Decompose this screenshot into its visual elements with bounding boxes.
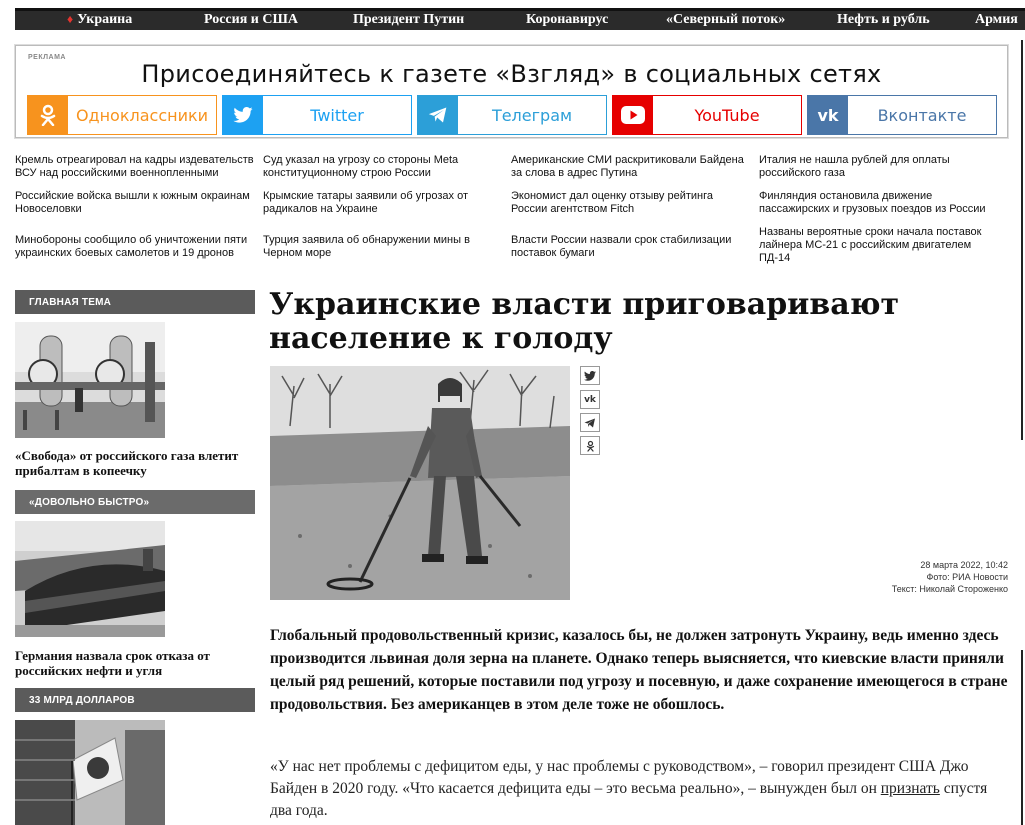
- article-meta: 28 марта 2022, 10:42 Фото: РИА Новости Т…: [892, 559, 1008, 595]
- twitter-icon: [223, 96, 263, 134]
- twitter-icon[interactable]: [580, 366, 600, 385]
- page-edge-line: [1021, 650, 1023, 825]
- article-inline-link[interactable]: признать: [881, 780, 940, 797]
- nav-item-nord-stream[interactable]: «Северный поток»: [666, 12, 785, 28]
- coal-train-thumbnail[interactable]: [15, 521, 165, 637]
- sidebar-section-header[interactable]: «ДОВОЛЬНО БЫСТРО»: [15, 490, 255, 514]
- odnoklassniki-button[interactable]: Одноклассники: [27, 95, 217, 135]
- ok-icon: [28, 96, 68, 134]
- news-link[interactable]: Турция заявила об обнаружении мины в Чер…: [263, 234, 503, 260]
- twitter-button[interactable]: Twitter: [222, 95, 412, 135]
- telegram-button[interactable]: Телеграм: [417, 95, 607, 135]
- gas-pipeline-thumbnail[interactable]: [15, 322, 165, 438]
- telegram-icon: [418, 96, 458, 134]
- telegram-icon[interactable]: [580, 413, 600, 432]
- ok-icon[interactable]: [580, 436, 600, 455]
- nav-label: Украина: [77, 12, 133, 27]
- social-ad-banner: РЕКЛАМА Присоединяйтесь к газете «Взгляд…: [15, 45, 1008, 138]
- page-edge-line: [1021, 40, 1023, 440]
- news-link[interactable]: Италия не нашла рублей для оплаты россий…: [759, 154, 999, 180]
- youtube-label: YouTube: [694, 105, 760, 125]
- nav-item-president[interactable]: Президент Путин: [353, 12, 464, 28]
- ad-title: Присоединяйтесь к газете «Взгляд» в соци…: [141, 60, 882, 88]
- odnoklassniki-label: Одноклассники: [75, 105, 209, 125]
- nav-item-ukraine[interactable]: ♦ Украина: [67, 12, 132, 28]
- japan-flag-thumbnail[interactable]: [15, 720, 165, 825]
- paragraph-text: «У нас нет проблемы с дефицитом еды, у н…: [270, 758, 969, 797]
- news-link[interactable]: Финляндия остановила движение пассажирск…: [759, 190, 999, 216]
- sidebar-caption-link[interactable]: Германия назвала срок отказа от российск…: [15, 648, 255, 678]
- news-link[interactable]: Российские войска вышли к южным окраинам…: [15, 190, 255, 216]
- vkontakte-label: Вконтакте: [877, 105, 967, 125]
- news-ticker-grid: Кремль отреагировал на кадры издевательс…: [15, 154, 1015, 274]
- sidebar-section-header[interactable]: ГЛАВНАЯ ТЕМА: [15, 290, 255, 314]
- telegram-label: Телеграм: [491, 105, 573, 125]
- news-link[interactable]: Крымские татары заявили об угрозах от ра…: [263, 190, 503, 216]
- vk-icon: vk: [808, 96, 848, 134]
- vk-icon[interactable]: vk: [580, 390, 600, 409]
- bullet-icon: ♦: [67, 12, 74, 26]
- article-paragraph: «У нас нет проблемы с дефицитом еды, у н…: [270, 756, 1000, 822]
- article-title: Украинские власти приговаривают населени…: [269, 287, 900, 356]
- news-link[interactable]: Власти России назвали срок стабилизации …: [511, 234, 751, 260]
- youtube-icon: [613, 96, 653, 134]
- news-link[interactable]: Названы вероятные сроки начала поставок …: [759, 226, 999, 265]
- nav-item-army[interactable]: Армия: [975, 12, 1018, 28]
- twitter-label: Twitter: [310, 105, 364, 125]
- photo-credit: Фото: РИА Новости: [926, 572, 1009, 582]
- news-link[interactable]: Суд указал на угрозу со стороны Meta кон…: [263, 154, 503, 180]
- youtube-button[interactable]: YouTube: [612, 95, 802, 135]
- nav-item-russia-usa[interactable]: Россия и США: [204, 12, 298, 28]
- top-navigation: ♦ Украина Россия и США Президент Путин Ко…: [15, 8, 1025, 30]
- text-credit: Текст: Николай Стороженко: [891, 584, 1008, 594]
- news-link[interactable]: Экономист дал оценку отзыву рейтинга Рос…: [511, 190, 751, 216]
- sidebar-section-header[interactable]: 33 МЛРД ДОЛЛАРОВ: [15, 688, 255, 712]
- news-link[interactable]: Кремль отреагировал на кадры издевательс…: [15, 154, 255, 180]
- article-photo: [270, 366, 570, 600]
- article-lead: Глобальный продовольственный кризис, каз…: [270, 627, 1008, 713]
- nav-item-oil-ruble[interactable]: Нефть и рубль: [837, 12, 930, 28]
- article-date: 28 марта 2022, 10:42: [920, 560, 1008, 570]
- news-link[interactable]: Минобороны сообщило об уничтожении пяти …: [15, 234, 255, 260]
- vkontakte-button[interactable]: vk Вконтакте: [807, 95, 997, 135]
- sidebar-caption-link[interactable]: «Свобода» от российского газа влетит при…: [15, 448, 255, 478]
- news-link[interactable]: Американские СМИ раскритиковали Байдена …: [511, 154, 751, 180]
- nav-item-coronavirus[interactable]: Коронавирус: [526, 12, 608, 28]
